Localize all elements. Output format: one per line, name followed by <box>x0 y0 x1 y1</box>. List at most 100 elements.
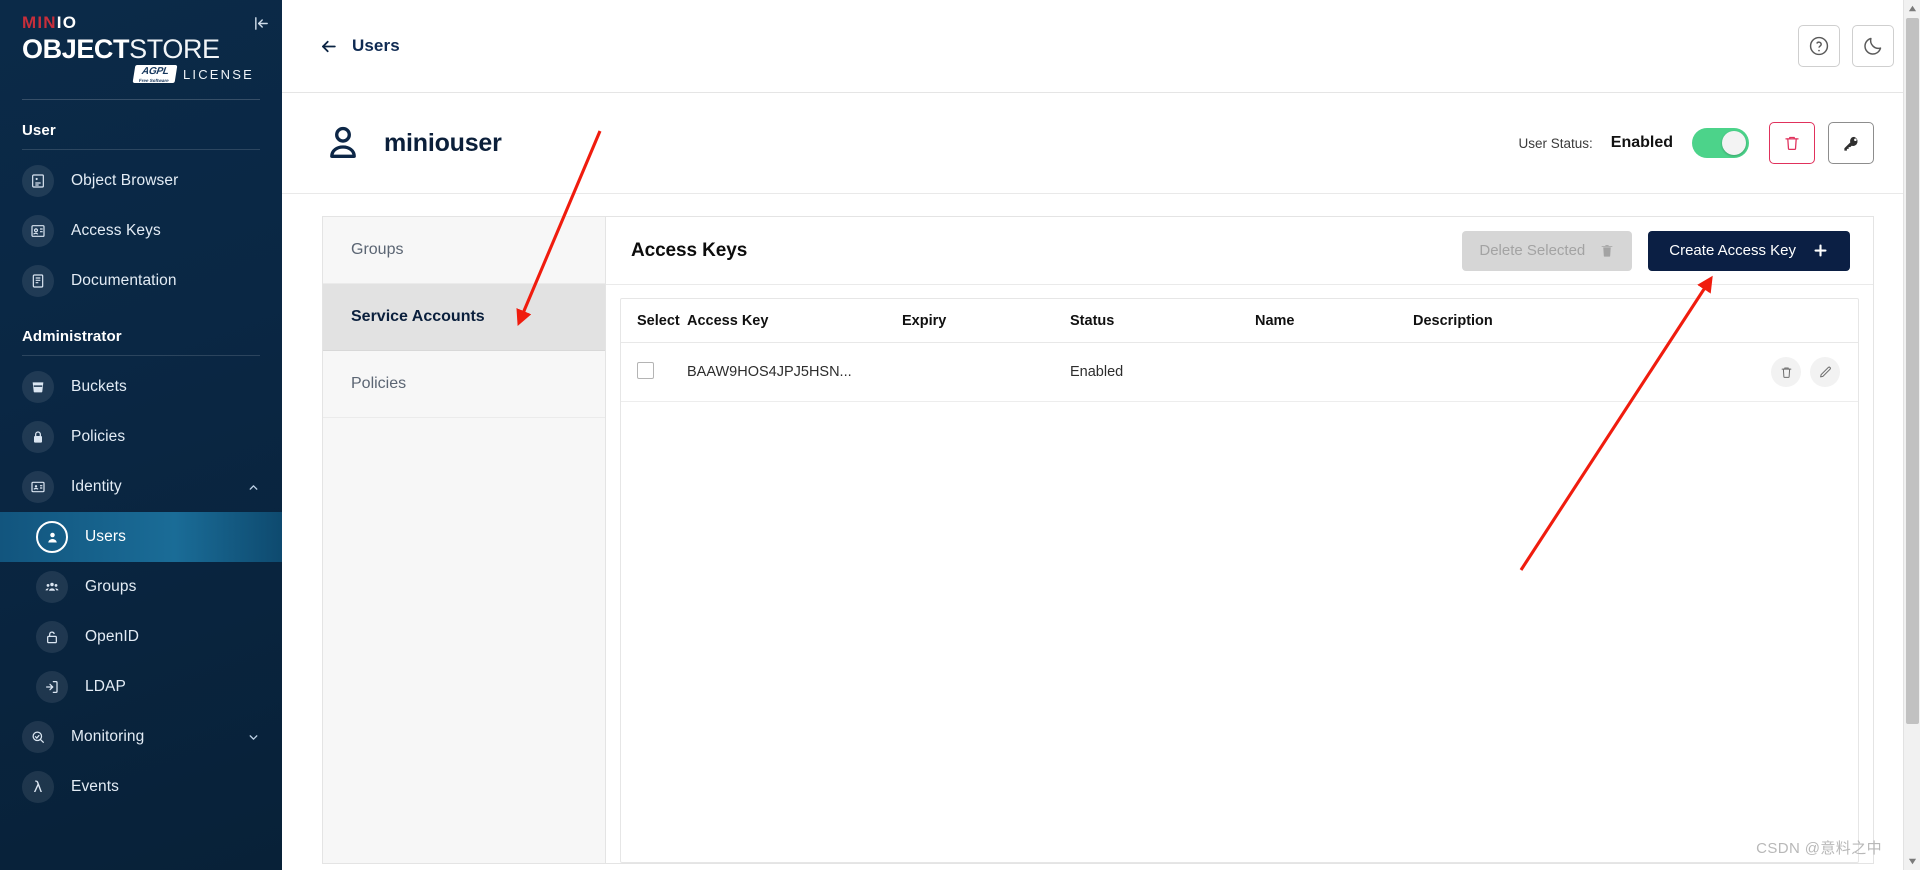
sidebar-item-label: Documentation <box>71 272 177 290</box>
tab-service-accounts[interactable]: Service Accounts <box>323 284 605 351</box>
events-lambda-icon: λ <box>22 771 54 804</box>
column-header-select: Select <box>621 299 687 343</box>
brand-logo: MINIO OBJECTSTORE AGPL Free Software LIC… <box>0 0 282 84</box>
row-actions-cell <box>1718 342 1858 402</box>
tab-label: Policies <box>351 375 407 392</box>
sidebar: MINIO OBJECTSTORE AGPL Free Software LIC… <box>0 0 282 870</box>
table-row[interactable]: BAAW9HOS4JPJ5HSN... Enabled <box>621 342 1858 402</box>
user-detail-body: Groups Service Accounts Policies Access … <box>282 194 1920 870</box>
column-header-expiry: Expiry <box>902 299 1070 343</box>
row-delete-button[interactable] <box>1771 357 1801 387</box>
change-password-button[interactable] <box>1828 122 1874 164</box>
brand-object-text: OBJECT <box>22 34 130 64</box>
page-title: Users <box>352 36 400 55</box>
sidebar-section-user-rule <box>22 149 260 151</box>
main-content: Users miniouser User Status: Enabled Gro… <box>282 0 1920 870</box>
delete-user-button[interactable] <box>1769 122 1815 164</box>
sidebar-item-buckets[interactable]: Buckets <box>0 362 282 412</box>
groups-icon <box>36 571 68 604</box>
access-keys-icon <box>22 215 54 248</box>
identity-card-icon <box>22 471 54 504</box>
sidebar-item-access-keys[interactable]: Access Keys <box>0 206 282 256</box>
help-circle-icon <box>1809 36 1829 56</box>
row-description <box>1413 342 1718 402</box>
tab-groups[interactable]: Groups <box>323 217 605 284</box>
access-keys-table: Select Access Key Expiry Status Name Des… <box>621 299 1858 402</box>
user-avatar-icon <box>322 122 364 164</box>
agpl-badge-main: AGPL <box>141 66 170 78</box>
user-status-toggle[interactable] <box>1692 128 1749 158</box>
create-access-key-button[interactable]: Create Access Key <box>1648 230 1850 271</box>
sidebar-item-object-browser[interactable]: Object Browser <box>0 156 282 206</box>
row-expiry <box>902 342 1070 402</box>
row-edit-button[interactable] <box>1810 357 1840 387</box>
brand-minio-wordmark: MINIO <box>22 14 260 31</box>
delete-selected-button[interactable]: Delete Selected <box>1462 230 1633 271</box>
browser-scrollbar[interactable] <box>1903 0 1920 870</box>
row-actions <box>1718 357 1858 387</box>
sidebar-item-documentation[interactable]: Documentation <box>0 256 282 306</box>
sidebar-section-user-label: User <box>22 122 56 140</box>
license-row: AGPL Free Software LICENSE <box>22 65 260 84</box>
sidebar-item-users[interactable]: Users <box>0 512 282 563</box>
tab-policies[interactable]: Policies <box>323 351 605 418</box>
brand-io-text: IO <box>56 13 78 32</box>
delete-icon <box>1781 367 1791 378</box>
sidebar-item-openid[interactable]: OpenID <box>0 612 282 662</box>
user-status-value: Enabled <box>1610 134 1673 151</box>
agpl-badge-icon: AGPL Free Software <box>132 65 178 84</box>
table-head: Select Access Key Expiry Status Name Des… <box>621 299 1858 343</box>
sidebar-item-label: Events <box>71 778 119 796</box>
sidebar-item-label: LDAP <box>85 678 126 696</box>
chevron-down-icon[interactable] <box>247 731 260 744</box>
sidebar-section-administrator-rule <box>22 355 260 357</box>
agpl-badge-sub: Free Software <box>138 77 170 83</box>
toggle-knob <box>1722 131 1746 155</box>
trash-icon <box>1601 244 1613 257</box>
sidebar-item-policies[interactable]: Policies <box>0 412 282 462</box>
sidebar-collapse-button[interactable] <box>248 10 274 36</box>
brand-store-text: STORE <box>129 34 220 64</box>
chevron-up-icon[interactable] <box>247 481 260 494</box>
column-header-status: Status <box>1070 299 1255 343</box>
topbar: Users <box>282 0 1920 93</box>
scrollbar-up-button[interactable] <box>1904 0 1920 17</box>
sidebar-item-identity[interactable]: Identity <box>0 462 282 512</box>
triangle-up-icon <box>1908 5 1917 12</box>
sidebar-item-label: Object Browser <box>71 172 179 190</box>
access-keys-panel: Access Keys Delete Selected Create Acces… <box>605 216 1874 864</box>
row-select-cell <box>621 342 687 402</box>
sidebar-item-label: Identity <box>71 478 122 496</box>
dark-mode-toggle-button[interactable] <box>1852 25 1894 67</box>
ldap-login-icon <box>36 671 68 704</box>
scrollbar-down-button[interactable] <box>1904 853 1920 870</box>
sidebar-item-label: Access Keys <box>71 222 161 240</box>
sidebar-item-monitoring[interactable]: Monitoring <box>0 712 282 762</box>
access-keys-header: Access Keys Delete Selected Create Acces… <box>606 217 1873 285</box>
sidebar-item-events[interactable]: λ Events <box>0 762 282 812</box>
dark-mode-moon-icon <box>1864 37 1882 55</box>
sidebar-item-ldap[interactable]: LDAP <box>0 662 282 712</box>
sidebar-item-groups[interactable]: Groups <box>0 562 282 612</box>
brand-product-name: OBJECTSTORE <box>22 35 260 63</box>
user-detail-header: miniouser User Status: Enabled <box>282 93 1920 194</box>
row-checkbox[interactable] <box>637 361 654 379</box>
sidebar-item-label: Buckets <box>71 378 127 396</box>
openid-lock-icon <box>36 621 68 654</box>
watermark: CSDN @意料之中 <box>1756 840 1882 857</box>
row-name <box>1255 342 1413 402</box>
create-access-key-label: Create Access Key <box>1669 242 1796 259</box>
app-root: MINIO OBJECTSTORE AGPL Free Software LIC… <box>0 0 1920 870</box>
row-access-key: BAAW9HOS4JPJ5HSN... <box>687 342 902 402</box>
help-button[interactable] <box>1798 25 1840 67</box>
lock-icon <box>22 421 54 454</box>
user-detail-tabs: Groups Service Accounts Policies <box>322 216 605 864</box>
table-header-row: Select Access Key Expiry Status Name Des… <box>621 299 1858 343</box>
scrollbar-thumb[interactable] <box>1906 18 1919 724</box>
sidebar-item-label: Groups <box>85 578 137 596</box>
plus-icon <box>1814 244 1827 257</box>
back-to-users-link[interactable]: Users <box>319 36 400 56</box>
column-header-access-key: Access Key <box>687 299 902 343</box>
trash-icon <box>1785 136 1799 151</box>
sidebar-item-label: Monitoring <box>71 728 145 746</box>
